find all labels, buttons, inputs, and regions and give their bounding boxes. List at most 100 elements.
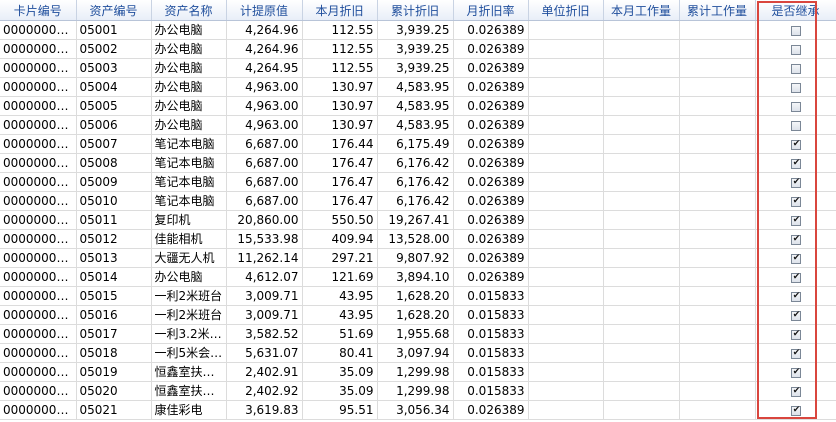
asset-number-cell[interactable]: 05015 xyxy=(76,286,152,306)
month-workload-cell[interactable] xyxy=(603,400,680,420)
inherit-checkbox-checked[interactable] xyxy=(790,196,802,207)
monthly-rate-cell[interactable]: 0.026389 xyxy=(453,134,529,154)
inherit-cell[interactable] xyxy=(755,210,836,230)
card-number-cell[interactable]: 0000000011 xyxy=(0,210,77,230)
unit-depreciation-cell[interactable] xyxy=(528,191,604,211)
original-value-cell[interactable]: 4,612.07 xyxy=(226,267,303,287)
monthly-rate-cell[interactable]: 0.026389 xyxy=(453,153,529,173)
accumulated-workload-cell[interactable] xyxy=(679,210,756,230)
asset-number-cell[interactable]: 05017 xyxy=(76,324,152,344)
asset-name-cell[interactable]: 康佳彩电 xyxy=(151,400,227,420)
monthly-rate-cell[interactable]: 0.026389 xyxy=(453,58,529,78)
unit-depreciation-cell[interactable] xyxy=(528,115,604,135)
col-header-card-no[interactable]: 卡片编号 xyxy=(0,0,77,21)
month-depreciation-cell[interactable]: 51.69 xyxy=(302,324,378,344)
accumulated-depreciation-cell[interactable]: 1,299.98 xyxy=(377,381,454,401)
original-value-cell[interactable]: 5,631.07 xyxy=(226,343,303,363)
table-row[interactable]: 0000000015 05015 一利2米班台 3,009.71 43.95 1,628.… xyxy=(0,286,836,306)
month-workload-cell[interactable] xyxy=(603,20,680,40)
monthly-rate-cell[interactable]: 0.026389 xyxy=(453,39,529,59)
accumulated-workload-cell[interactable] xyxy=(679,115,756,135)
accumulated-workload-cell[interactable] xyxy=(679,172,756,192)
asset-number-cell[interactable]: 05002 xyxy=(76,39,152,59)
table-row[interactable]: 0000000021 05021 康佳彩电 3,619.83 95.51 3,056.34… xyxy=(0,400,836,420)
original-value-cell[interactable]: 11,262.14 xyxy=(226,248,303,268)
card-number-cell[interactable]: 0000000004 xyxy=(0,77,77,97)
unit-depreciation-cell[interactable] xyxy=(528,286,604,306)
card-number-cell[interactable]: 0000000019 xyxy=(0,362,77,382)
accumulated-depreciation-cell[interactable]: 3,939.25 xyxy=(377,58,454,78)
asset-number-cell[interactable]: 05012 xyxy=(76,229,152,249)
month-workload-cell[interactable] xyxy=(603,381,680,401)
accumulated-depreciation-cell[interactable]: 1,299.98 xyxy=(377,362,454,382)
month-workload-cell[interactable] xyxy=(603,343,680,363)
accumulated-workload-cell[interactable] xyxy=(679,77,756,97)
card-number-cell[interactable]: 0000000021 xyxy=(0,400,77,420)
original-value-cell[interactable]: 6,687.00 xyxy=(226,191,303,211)
month-depreciation-cell[interactable]: 80.41 xyxy=(302,343,378,363)
month-depreciation-cell[interactable]: 130.97 xyxy=(302,96,378,116)
month-depreciation-cell[interactable]: 130.97 xyxy=(302,77,378,97)
accumulated-depreciation-cell[interactable]: 3,056.34 xyxy=(377,400,454,420)
inherit-cell[interactable] xyxy=(755,20,836,40)
inherit-checkbox-checked[interactable] xyxy=(790,215,802,226)
col-header-monthly-rate[interactable]: 月折旧率 xyxy=(453,0,529,21)
inherit-cell[interactable] xyxy=(755,343,836,363)
month-depreciation-cell[interactable]: 35.09 xyxy=(302,381,378,401)
card-number-cell[interactable]: 0000000007 xyxy=(0,134,77,154)
asset-name-cell[interactable]: 办公电脑 xyxy=(151,115,227,135)
monthly-rate-cell[interactable]: 0.015833 xyxy=(453,362,529,382)
unit-depreciation-cell[interactable] xyxy=(528,248,604,268)
table-row[interactable]: 0000000007 05007 笔记本电脑 6,687.00 176.44 6,175.… xyxy=(0,134,836,154)
unit-depreciation-cell[interactable] xyxy=(528,343,604,363)
unit-depreciation-cell[interactable] xyxy=(528,210,604,230)
month-depreciation-cell[interactable]: 112.55 xyxy=(302,58,378,78)
table-row[interactable]: 0000000010 05010 笔记本电脑 6,687.00 176.47 6,176.… xyxy=(0,191,836,211)
card-number-cell[interactable]: 0000000010 xyxy=(0,191,77,211)
month-workload-cell[interactable] xyxy=(603,153,680,173)
accumulated-workload-cell[interactable] xyxy=(679,20,756,40)
inherit-cell[interactable] xyxy=(755,172,836,192)
monthly-rate-cell[interactable]: 0.026389 xyxy=(453,77,529,97)
asset-number-cell[interactable]: 05007 xyxy=(76,134,152,154)
card-number-cell[interactable]: 0000000015 xyxy=(0,286,77,306)
monthly-rate-cell[interactable]: 0.015833 xyxy=(453,343,529,363)
accumulated-depreciation-cell[interactable]: 1,628.20 xyxy=(377,305,454,325)
card-number-cell[interactable]: 0000000001 xyxy=(0,20,77,40)
monthly-rate-cell[interactable]: 0.015833 xyxy=(453,324,529,344)
asset-name-cell[interactable]: 笔记本电脑 xyxy=(151,153,227,173)
inherit-checkbox-checked[interactable] xyxy=(790,386,802,397)
inherit-cell[interactable] xyxy=(755,191,836,211)
inherit-cell[interactable] xyxy=(755,58,836,78)
unit-depreciation-cell[interactable] xyxy=(528,134,604,154)
asset-name-cell[interactable]: 办公电脑 xyxy=(151,267,227,287)
month-depreciation-cell[interactable]: 176.47 xyxy=(302,153,378,173)
card-number-cell[interactable]: 0000000016 xyxy=(0,305,77,325)
asset-number-cell[interactable]: 05008 xyxy=(76,153,152,173)
inherit-checkbox-checked[interactable] xyxy=(790,348,802,359)
accumulated-depreciation-cell[interactable]: 1,955.68 xyxy=(377,324,454,344)
accumulated-depreciation-cell[interactable]: 6,176.42 xyxy=(377,172,454,192)
inherit-cell[interactable] xyxy=(755,362,836,382)
asset-name-cell[interactable]: 佳能相机 xyxy=(151,229,227,249)
asset-name-cell[interactable]: 一利2米班台 xyxy=(151,305,227,325)
inherit-cell[interactable] xyxy=(755,324,836,344)
asset-name-cell[interactable]: 笔记本电脑 xyxy=(151,134,227,154)
table-row[interactable]: 0000000009 05009 笔记本电脑 6,687.00 176.47 6,176.… xyxy=(0,172,836,192)
inherit-checkbox-unchecked[interactable] xyxy=(790,25,801,36)
card-number-cell[interactable]: 0000000017 xyxy=(0,324,77,344)
col-header-inherit[interactable]: 是否继承 xyxy=(755,0,836,21)
unit-depreciation-cell[interactable] xyxy=(528,58,604,78)
asset-name-cell[interactable]: 笔记本电脑 xyxy=(151,172,227,192)
card-number-cell[interactable]: 0000000018 xyxy=(0,343,77,363)
inherit-cell[interactable] xyxy=(755,286,836,306)
month-workload-cell[interactable] xyxy=(603,77,680,97)
asset-name-cell[interactable]: 一利5米会议... xyxy=(151,343,227,363)
table-row[interactable]: 0000000016 05016 一利2米班台 3,009.71 43.95 1,628.… xyxy=(0,305,836,325)
inherit-cell[interactable] xyxy=(755,400,836,420)
asset-name-cell[interactable]: 一利3.2米会... xyxy=(151,324,227,344)
card-number-cell[interactable]: 0000000002 xyxy=(0,39,77,59)
month-workload-cell[interactable] xyxy=(603,286,680,306)
month-workload-cell[interactable] xyxy=(603,248,680,268)
accumulated-depreciation-cell[interactable]: 6,175.49 xyxy=(377,134,454,154)
